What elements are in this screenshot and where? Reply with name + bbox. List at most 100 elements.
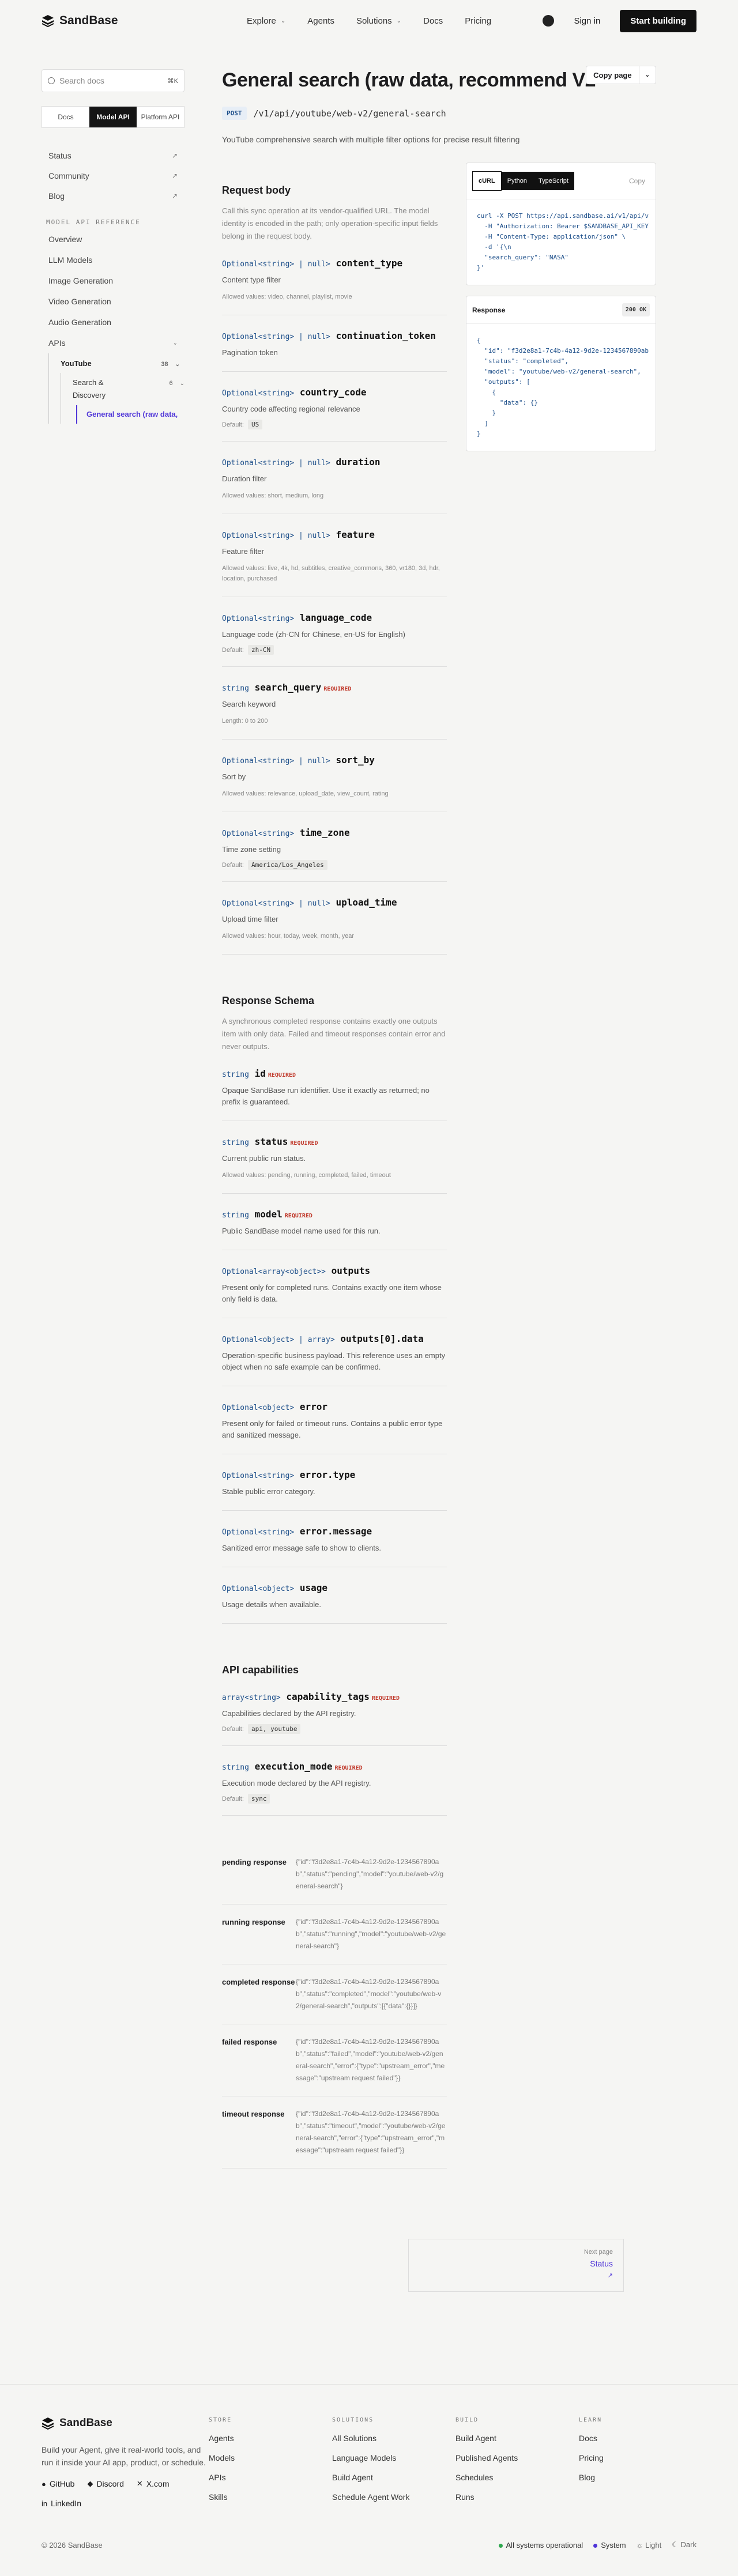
param-name: sort_by: [336, 755, 375, 765]
param-row: Optional<string> error.message Sanitized …: [222, 1511, 447, 1567]
param-name: execution_mode: [254, 1761, 333, 1772]
youtube-subtree: Search & Discovery 6 ⌄ General search (ra…: [61, 373, 184, 424]
footer-column: BUILD Build Agent Published Agents Schedule…: [455, 2417, 579, 2508]
param-description: Present only for completed runs. Contain…: [222, 1283, 442, 1303]
footer-link[interactable]: APIs: [209, 2473, 332, 2482]
x-link[interactable]: ✕ X.com: [137, 2479, 170, 2488]
footer-link[interactable]: Schedules: [455, 2473, 579, 2482]
system-status[interactable]: All systems operational: [498, 2541, 583, 2549]
footer-link[interactable]: Published Agents: [455, 2453, 579, 2462]
footer-link[interactable]: Skills: [209, 2492, 332, 2502]
sidebar-item-video-generation[interactable]: Video Generation: [42, 291, 184, 312]
search-input[interactable]: Search docs ⌘K: [42, 69, 184, 92]
sidebar-item-image-generation[interactable]: Image Generation: [42, 270, 184, 291]
footer-link[interactable]: Pricing: [579, 2453, 702, 2462]
tab-docs[interactable]: Docs: [42, 107, 89, 127]
sidebar-item-apis[interactable]: APIs ⌄: [42, 333, 184, 353]
sidebar-item-general-search[interactable]: General search (raw data,: [76, 405, 184, 424]
param-name: continuation_token: [336, 330, 436, 341]
footer-link[interactable]: Docs: [579, 2434, 702, 2443]
sidebar-item-label: APIs: [48, 338, 66, 348]
copy-page-button[interactable]: Copy page ⌄: [586, 66, 656, 84]
param-row: Optional<object> | array> outputs[0].dat…: [222, 1318, 447, 1386]
request-body-title: Request body: [222, 184, 291, 196]
request-code: curl -X POST https://api.sandbase.ai/v1/…: [477, 212, 649, 271]
sidebar-item-llm-models[interactable]: LLM Models: [42, 250, 184, 270]
nav-explore[interactable]: Explore ⌄: [247, 16, 285, 26]
footer-link[interactable]: Schedule Agent Work: [332, 2492, 455, 2502]
param-row: array<string> capability_tags REQUIRED Cap…: [222, 1676, 447, 1746]
request-body-description: Call this sync operation at its vendor-q…: [222, 206, 438, 240]
tab-python[interactable]: Python: [501, 172, 533, 190]
footer-column-heading: BUILD: [455, 2417, 479, 2423]
param-row: Optional<string> | null> duration Duratio…: [222, 442, 447, 514]
start-building-button[interactable]: Start building: [620, 9, 696, 32]
response-example-value: {"id":"f3d2e8a1-7c4b-4a12-9d2e-123456789…: [296, 1918, 446, 1950]
brand-logo[interactable]: SandBase: [42, 14, 118, 28]
footer-logo[interactable]: SandBase: [42, 2417, 209, 2430]
tab-curl[interactable]: cURL: [472, 171, 502, 191]
sign-in-link[interactable]: Sign in: [574, 16, 600, 26]
sidebar-link-blog[interactable]: Blog ↗: [42, 186, 184, 206]
param-description: Search keyword: [222, 700, 276, 708]
linkedin-link[interactable]: in LinkedIn: [42, 2499, 81, 2508]
param-name: upload_time: [336, 897, 397, 908]
param-type: Optional<string>: [222, 829, 295, 838]
sidebar-link-status[interactable]: Status ↗: [42, 145, 184, 165]
response-example-label: timeout response: [222, 2110, 285, 2118]
sidebar-link-label: Blog: [48, 191, 65, 201]
tab-model-api[interactable]: Model API: [89, 107, 137, 127]
sidebar-item-youtube[interactable]: YouTube 38 ⌄: [56, 353, 184, 373]
theme-dark[interactable]: ☾ Dark: [672, 2540, 696, 2549]
nav-pricing[interactable]: Pricing: [465, 16, 491, 26]
nav-solutions-label: Solutions: [356, 16, 392, 26]
github-link[interactable]: ● GitHub: [42, 2479, 74, 2488]
theme-light[interactable]: ☼ Light: [637, 2541, 662, 2549]
sidebar-link-label: Status: [48, 150, 71, 160]
theme-system[interactable]: System: [593, 2541, 626, 2549]
footer-link[interactable]: Runs: [455, 2492, 579, 2502]
github-icon[interactable]: [543, 15, 555, 27]
footer: SandBase Build your Agent, give it real-…: [0, 2384, 738, 2576]
sidebar-item-search-discovery[interactable]: Search & Discovery 6 ⌄: [68, 373, 184, 405]
nav-solutions[interactable]: Solutions ⌄: [356, 16, 401, 26]
chevron-down-icon[interactable]: ⌄: [638, 66, 656, 84]
nav-docs[interactable]: Docs: [423, 16, 443, 26]
arrow-icon: ↗: [607, 2272, 613, 2279]
sidebar-item-audio-generation[interactable]: Audio Generation: [42, 312, 184, 333]
sandbase-logo-icon: [42, 15, 54, 27]
default-chip: America/Los_Angeles: [247, 860, 327, 870]
external-link-icon: ↗: [171, 191, 178, 200]
copy-code-button[interactable]: Copy: [629, 177, 650, 185]
sidebar-item-overview[interactable]: Overview: [42, 229, 184, 250]
main-content: General search (raw data, recommend V2 P…: [222, 69, 596, 2168]
sun-icon: ☼: [636, 2540, 646, 2549]
param-default: Default: sync: [222, 1794, 447, 1804]
required-badge: REQUIRED: [334, 1765, 363, 1771]
nav-agents[interactable]: Agents: [307, 16, 334, 26]
footer-link[interactable]: Build Agent: [455, 2434, 579, 2443]
footer-link[interactable]: Language Models: [332, 2453, 455, 2462]
discord-link[interactable]: ◆ Discord: [87, 2479, 123, 2488]
monitor-icon: [593, 2543, 598, 2548]
response-examples: pending response {"id":"f3d2e8a1-7c4b-4a1…: [222, 1845, 447, 2168]
sidebar-link-community[interactable]: Community ↗: [42, 165, 184, 186]
response-example-row: running response {"id":"f3d2e8a1-7c4b-4a1…: [222, 1904, 447, 1964]
footer-link[interactable]: Build Agent: [332, 2473, 455, 2482]
footer-column: LEARN Docs Pricing Blog: [579, 2417, 702, 2508]
endpoint: POST /v1/api/youtube/web-v2/general-sear…: [222, 107, 447, 120]
count-badge: 38: [161, 360, 168, 368]
footer-link[interactable]: Blog: [579, 2473, 702, 2482]
footer-link[interactable]: All Solutions: [332, 2434, 455, 2443]
tab-typescript[interactable]: TypeScript: [532, 172, 574, 190]
param-description: Time zone setting: [222, 845, 281, 854]
footer-link[interactable]: Models: [209, 2453, 332, 2462]
tab-platform-api[interactable]: Platform API: [137, 107, 184, 127]
next-page-title: Status: [590, 2259, 613, 2268]
request-code-card: cURL Python TypeScript Copy curl -X POST…: [466, 163, 656, 285]
x-icon: ✕: [136, 2479, 143, 2488]
footer-link[interactable]: Agents: [209, 2434, 332, 2443]
next-page-link[interactable]: Next page Status ↗: [408, 2239, 624, 2292]
param-row: Optional<string> | null> feature Feature …: [222, 514, 447, 597]
theme-label: Dark: [680, 2540, 696, 2549]
